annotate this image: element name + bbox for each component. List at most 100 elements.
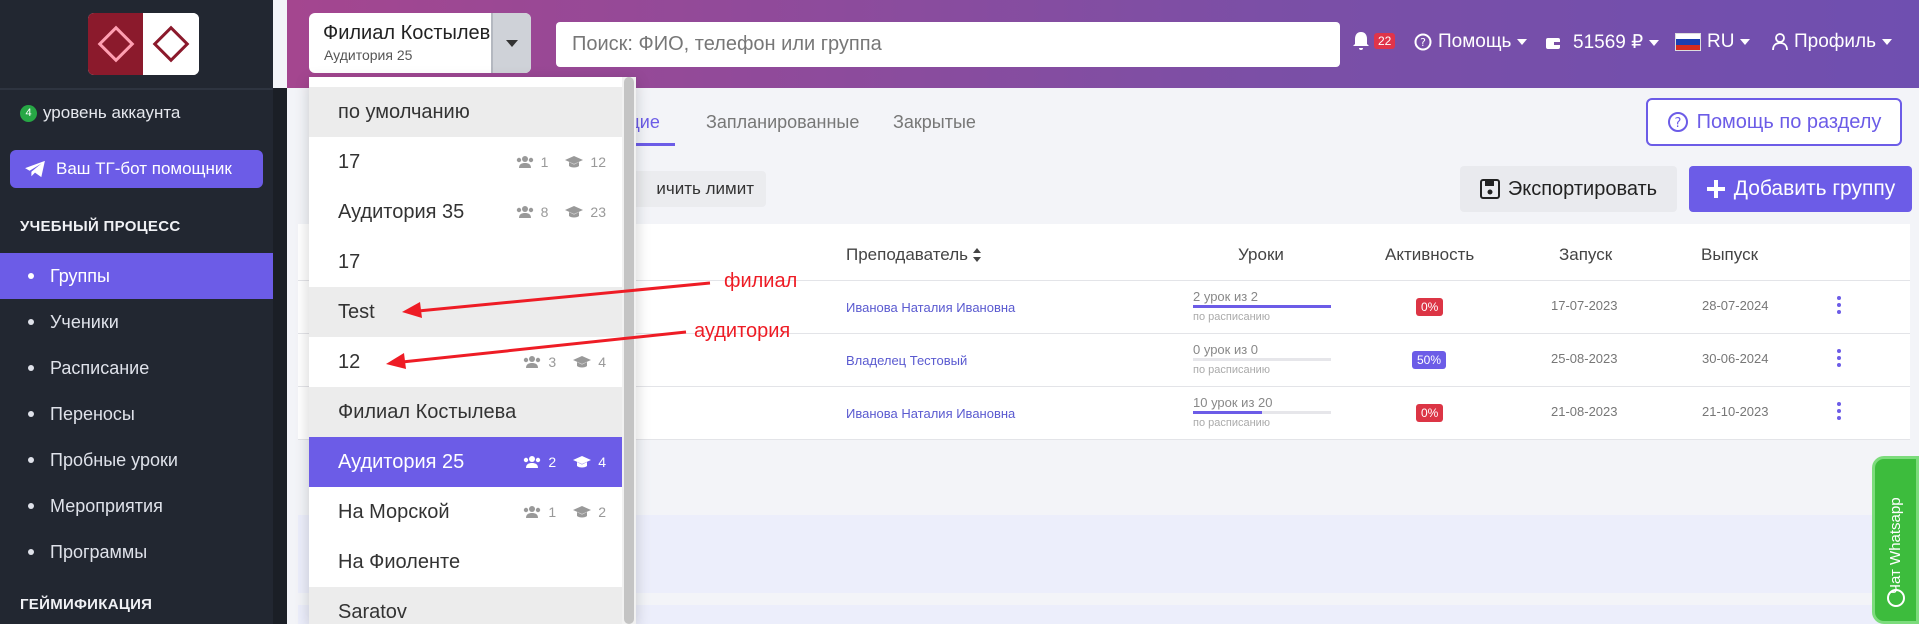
- wallet-menu[interactable]: 51569 ₽: [1545, 31, 1660, 54]
- tg-bot-button[interactable]: Ваш ТГ-бот помощник: [10, 150, 263, 188]
- lessons-progress: [1193, 411, 1331, 414]
- dropdown-item[interactable]: 12 3 4: [309, 337, 636, 387]
- tab-planned[interactable]: Запланированные: [706, 112, 859, 133]
- row-menu-icon[interactable]: [1837, 296, 1841, 314]
- logo[interactable]: [88, 13, 199, 75]
- dropdown-item[interactable]: 17: [309, 237, 636, 287]
- help-section-label: Помощь по разделу: [1696, 110, 1882, 133]
- launch-date: 21-08-2023: [1551, 404, 1618, 419]
- lessons-schedule: по расписанию: [1193, 417, 1271, 429]
- help-label: Помощь: [1438, 31, 1512, 52]
- teachers-count: 23: [590, 204, 606, 220]
- dropdown-item-label: Филиал Костылева: [338, 400, 517, 423]
- cube-icon: [152, 25, 190, 63]
- teacher-link[interactable]: Иванова Наталия Ивановна: [846, 300, 1015, 315]
- students-count: 1: [548, 504, 557, 520]
- bullet-icon: [28, 457, 34, 463]
- branch-name: Филиал Костылева: [323, 22, 502, 44]
- row-menu-icon[interactable]: [1837, 402, 1841, 420]
- account-level[interactable]: 4 уровень аккаунта: [20, 103, 180, 123]
- sidebar-item-trial-lessons[interactable]: Пробные уроки: [0, 437, 273, 483]
- release-date: 30-06-2024: [1702, 351, 1769, 366]
- help-section-button[interactable]: ? Помощь по разделу: [1646, 98, 1902, 146]
- teachers-count: 2: [598, 504, 606, 520]
- caret-down-icon: [506, 39, 518, 47]
- students-count: 1: [540, 154, 549, 170]
- graduation-cap-icon: [565, 206, 584, 218]
- room-stats: 1 2: [522, 504, 606, 520]
- sidebar-item-label: Программы: [50, 541, 148, 562]
- dropdown-item-label: 12: [338, 350, 361, 373]
- profile-menu[interactable]: Профиль: [1772, 31, 1893, 53]
- add-group-button[interactable]: Добавить группу: [1689, 166, 1912, 212]
- caret-down-icon: [1649, 39, 1660, 46]
- export-button[interactable]: Экспортировать: [1460, 166, 1677, 212]
- logo-mark-left: [88, 13, 143, 75]
- notifications-button[interactable]: 22: [1352, 31, 1396, 51]
- tg-bot-label: Ваш ТГ-бот помощник: [56, 159, 232, 178]
- section-header-learning: УЧЕБНЫЙ ПРОЦЕСС: [20, 218, 181, 235]
- dropdown-item[interactable]: На Фиоленте: [309, 537, 636, 587]
- bell-icon: [1353, 32, 1369, 50]
- cube-icon: [97, 25, 134, 63]
- sidebar-item-schedule[interactable]: Расписание: [0, 345, 273, 391]
- launch-date: 25-08-2023: [1551, 351, 1618, 366]
- users-icon: [516, 156, 533, 168]
- sidebar-item-groups[interactable]: Группы: [0, 253, 273, 299]
- dropdown-group-default: по умолчанию: [309, 87, 636, 137]
- help-menu[interactable]: ? Помощь: [1414, 31, 1528, 53]
- whatsapp-icon: [1887, 589, 1905, 607]
- bullet-icon: [28, 503, 34, 509]
- dropdown-item[interactable]: На Морской 1 2: [309, 487, 636, 537]
- dropdown-item[interactable]: Аудитория 35 8 23: [309, 187, 636, 237]
- language-menu[interactable]: RU: [1675, 31, 1751, 53]
- sidebar-divider: [0, 88, 273, 90]
- tab-closed[interactable]: Закрытые: [893, 112, 976, 133]
- sidebar-scrollbar[interactable]: [273, 88, 287, 624]
- dropdown-item-label: Saratov: [338, 600, 407, 623]
- caret-down-icon: [1740, 39, 1751, 45]
- sidebar-item-students[interactable]: Ученики: [0, 299, 273, 345]
- column-header-activity: Активность: [1385, 245, 1475, 264]
- dropdown-scrollbar[interactable]: [622, 77, 636, 624]
- whatsapp-chat-button[interactable]: Чат Whatsapp: [1872, 456, 1919, 624]
- caret-down-icon: [1517, 39, 1528, 45]
- graduation-cap-icon: [565, 156, 584, 168]
- branch-dropdown: по умолчанию 17 1 12 Аудитория 35 8 23 1…: [309, 77, 636, 624]
- sidebar-item-programs[interactable]: Программы: [0, 529, 273, 575]
- sidebar-item-transfers[interactable]: Переносы: [0, 391, 273, 437]
- column-header-teacher[interactable]: Преподаватель: [846, 245, 982, 265]
- students-count: 3: [548, 354, 557, 370]
- sidebar: 4 уровень аккаунта Ваш ТГ-бот помощник У…: [0, 0, 273, 624]
- row-menu-icon[interactable]: [1837, 349, 1841, 367]
- branch-select[interactable]: Филиал Костылева Аудитория 25: [309, 13, 531, 73]
- teachers-count: 4: [598, 454, 606, 470]
- user-icon: [1772, 33, 1788, 51]
- increase-limit-label: ичить лимит: [656, 179, 754, 198]
- release-date: 28-07-2024: [1702, 298, 1769, 313]
- teacher-link[interactable]: Иванова Наталия Ивановна: [846, 406, 1015, 421]
- graduation-cap-icon: [573, 456, 592, 468]
- dropdown-item-label: 17: [338, 250, 361, 273]
- column-header-lessons: Уроки: [1238, 245, 1284, 264]
- russia-flag-icon: [1675, 33, 1701, 51]
- dropdown-item-label: Аудитория 25: [338, 450, 465, 473]
- dropdown-item-label: 17: [338, 150, 361, 173]
- dropdown-scrollbar-thumb[interactable]: [624, 77, 634, 624]
- lessons-progress: [1193, 358, 1331, 361]
- account-level-badge: 4: [20, 104, 37, 122]
- dropdown-item[interactable]: 17 1 12: [309, 137, 636, 187]
- bullet-icon: [28, 549, 34, 555]
- section-header-gamification: ГЕЙМИФИКАЦИЯ: [20, 596, 153, 613]
- activity-badge: 0%: [1416, 298, 1444, 316]
- teacher-link[interactable]: Владелец Тестовый: [846, 353, 967, 368]
- notification-count: 22: [1374, 33, 1396, 49]
- column-header-teacher-label: Преподаватель: [846, 245, 968, 264]
- dropdown-item-selected[interactable]: Аудитория 25 2 4: [309, 437, 636, 487]
- sidebar-item-events[interactable]: Мероприятия: [0, 483, 273, 529]
- lessons-count: 10 урок из 20: [1193, 395, 1273, 410]
- search-input[interactable]: [556, 22, 1340, 67]
- bullet-icon: [28, 273, 34, 279]
- profile-label: Профиль: [1794, 31, 1877, 52]
- branch-dropdown-toggle[interactable]: [491, 13, 531, 73]
